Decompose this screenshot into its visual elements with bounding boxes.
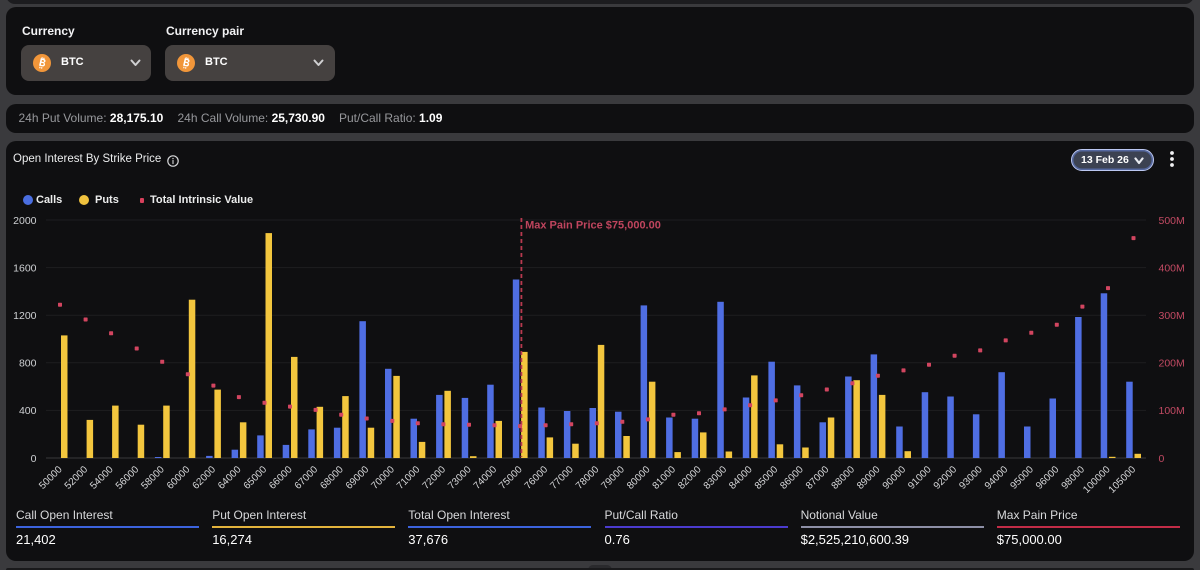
svg-text:91000: 91000 (906, 464, 934, 492)
svg-text:92000: 92000 (932, 464, 960, 492)
svg-text:67000: 67000 (293, 464, 321, 492)
svg-text:81000: 81000 (651, 464, 679, 492)
svg-text:100M: 100M (1159, 405, 1185, 417)
svg-text:82000: 82000 (676, 464, 704, 492)
svg-text:1600: 1600 (13, 262, 37, 274)
svg-text:83000: 83000 (702, 464, 730, 492)
svg-text:69000: 69000 (344, 464, 372, 492)
svg-text:95000: 95000 (1008, 464, 1036, 492)
svg-text:0: 0 (31, 453, 37, 465)
svg-text:65000: 65000 (242, 464, 270, 492)
svg-text:54000: 54000 (88, 464, 116, 492)
svg-text:88000: 88000 (830, 464, 858, 492)
svg-text:0: 0 (1159, 453, 1165, 465)
svg-text:Max Pain Price $75,000.00: Max Pain Price $75,000.00 (525, 220, 661, 232)
svg-text:1200: 1200 (13, 310, 37, 322)
svg-text:70000: 70000 (369, 464, 397, 492)
svg-text:86000: 86000 (778, 464, 806, 492)
svg-text:64000: 64000 (216, 464, 244, 492)
svg-text:50000: 50000 (37, 464, 65, 492)
svg-text:800: 800 (19, 358, 37, 370)
svg-text:500M: 500M (1159, 215, 1185, 227)
svg-text:2000: 2000 (13, 215, 37, 227)
svg-text:66000: 66000 (267, 464, 295, 492)
svg-text:93000: 93000 (957, 464, 985, 492)
svg-text:400: 400 (19, 405, 37, 417)
svg-text:85000: 85000 (753, 464, 781, 492)
svg-text:105000: 105000 (1107, 464, 1139, 496)
svg-text:300M: 300M (1159, 310, 1185, 322)
svg-text:79000: 79000 (599, 464, 627, 492)
svg-text:200M: 200M (1159, 358, 1185, 370)
svg-text:84000: 84000 (727, 464, 755, 492)
svg-text:94000: 94000 (983, 464, 1011, 492)
svg-text:58000: 58000 (139, 464, 167, 492)
svg-text:80000: 80000 (625, 464, 653, 492)
svg-text:89000: 89000 (855, 464, 883, 492)
svg-text:90000: 90000 (881, 464, 909, 492)
svg-text:96000: 96000 (1034, 464, 1062, 492)
svg-text:52000: 52000 (63, 464, 91, 492)
svg-text:62000: 62000 (191, 464, 219, 492)
svg-text:400M: 400M (1159, 262, 1185, 274)
svg-text:56000: 56000 (114, 464, 142, 492)
svg-text:71000: 71000 (395, 464, 423, 492)
svg-text:76000: 76000 (523, 464, 551, 492)
svg-text:60000: 60000 (165, 464, 193, 492)
svg-text:78000: 78000 (574, 464, 602, 492)
svg-text:87000: 87000 (804, 464, 832, 492)
svg-text:73000: 73000 (446, 464, 474, 492)
svg-text:68000: 68000 (318, 464, 346, 492)
svg-text:72000: 72000 (421, 464, 449, 492)
svg-text:75000: 75000 (497, 464, 525, 492)
svg-text:74000: 74000 (472, 464, 500, 492)
svg-text:77000: 77000 (548, 464, 576, 492)
svg-text:100000: 100000 (1081, 464, 1113, 496)
